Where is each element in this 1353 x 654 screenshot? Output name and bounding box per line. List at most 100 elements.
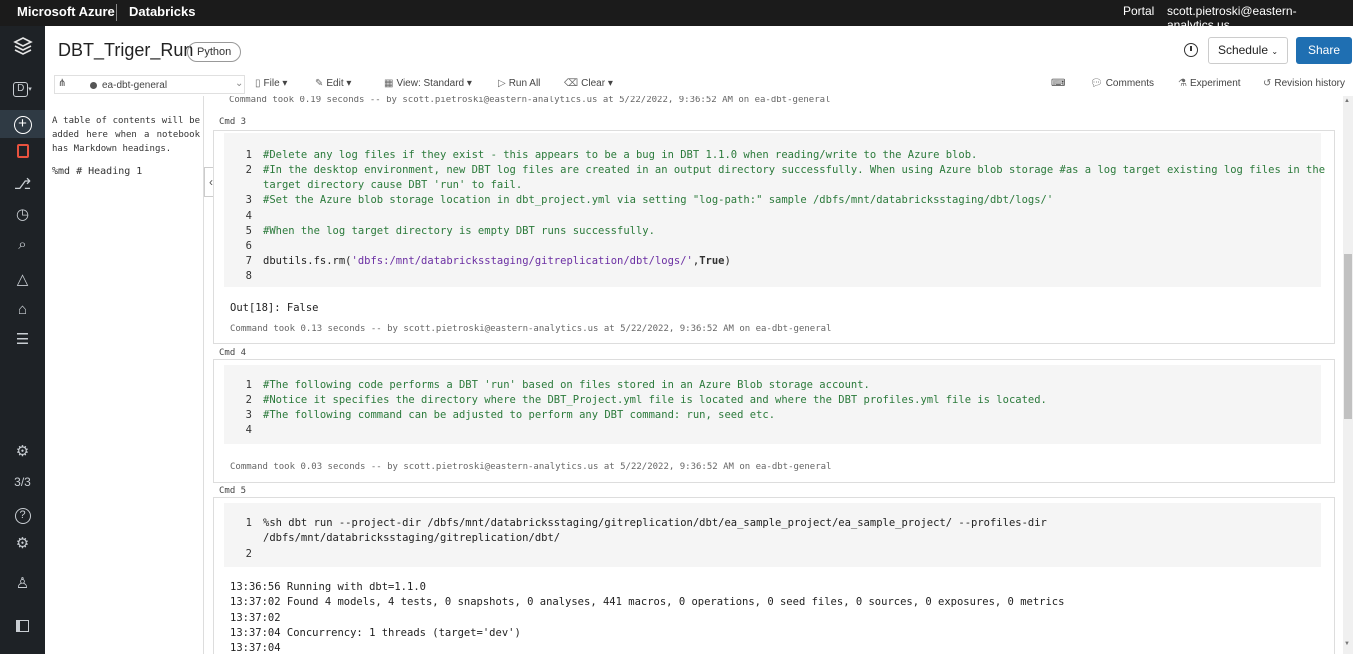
clock-icon[interactable]	[1184, 43, 1198, 57]
cmd3-code-editor[interactable]: 1 #Delete any log files if they exist - …	[224, 133, 1325, 287]
view-menu[interactable]: ▦ View: Standard ▾	[384, 78, 472, 89]
workspace-switcher[interactable]: D ▾	[0, 73, 45, 101]
line-number: 3	[245, 409, 252, 421]
line-number: 1	[245, 149, 252, 161]
code-line: #Delete any log files if they exist - th…	[263, 149, 978, 161]
cluster-selector[interactable]: ⋔ ea-dbt-general ⌄	[54, 75, 245, 94]
keyboard-shortcuts-icon[interactable]: ⌨	[1051, 78, 1065, 89]
code-line: dbutils.fs.rm('dbfs:/mnt/databricksstagi…	[263, 255, 731, 267]
prev-command-took: Command took 0.19 seconds -- by scott.pi…	[229, 96, 831, 105]
portal-link[interactable]: Portal	[1123, 4, 1154, 18]
code-line: /dbfs/mnt/databricksstaging/gitreplicati…	[263, 532, 561, 544]
create-icon[interactable]: +	[0, 110, 45, 138]
line-number: 4	[245, 210, 252, 222]
experiment-button[interactable]: ⚗ Experiment	[1178, 78, 1241, 89]
language-badge[interactable]: Python	[187, 42, 242, 62]
run-all-button[interactable]: ▷ Run All	[498, 78, 540, 89]
string-literal: 'dbfs:/mnt/databricksstaging/gitreplicat…	[351, 255, 693, 267]
run-all-label: Run All	[508, 78, 541, 89]
eraser-icon: ⌫	[564, 78, 579, 89]
cmd5-cell[interactable]: 1 %sh dbt run --project-dir /dbfs/mnt/da…	[213, 497, 1335, 654]
line-number: 6	[245, 240, 252, 252]
schedule-button[interactable]: Schedule ⌄	[1208, 37, 1288, 64]
line-number: 7	[245, 255, 252, 267]
code-paren: )	[724, 255, 731, 267]
chevron-down-icon: ⌄	[235, 78, 244, 89]
search-icon[interactable]: ⌕	[0, 231, 45, 259]
user-account[interactable]: scott.pietroski@eastern-analytics.us	[1167, 4, 1353, 32]
edit-menu[interactable]: ✎ Edit ▾	[315, 78, 351, 89]
comments-label: Comments	[1105, 78, 1155, 89]
brand-divider	[116, 4, 117, 21]
line-number: 1	[245, 517, 252, 529]
line-number: 8	[245, 270, 252, 282]
code-line: target directory cause DBT 'run' to fail…	[263, 179, 523, 191]
caret-down-icon: ▾	[28, 86, 32, 93]
repos-icon[interactable]: ⎇	[0, 171, 45, 199]
scroll-up-arrow-icon[interactable]: ▲	[1344, 98, 1350, 104]
scroll-down-arrow-icon[interactable]: ▼	[1344, 641, 1350, 647]
cmd3-took: Command took 0.13 seconds -- by scott.pi…	[230, 324, 832, 334]
toc-heading-item[interactable]: %md # Heading 1	[52, 166, 142, 177]
file-menu[interactable]: ▯ File ▾	[255, 78, 287, 89]
settings-gear-icon[interactable]: ⚙	[0, 530, 45, 558]
jobs-icon[interactable]: ☰	[0, 326, 45, 354]
revision-history-button[interactable]: ↺ Revision history	[1263, 78, 1345, 89]
cmd5-output-line: 13:37:02 Found 4 models, 4 tests, 0 snap…	[230, 596, 1065, 608]
cmd5-output-line: 13:37:04	[230, 642, 281, 654]
cmd4-label: Cmd 4	[219, 348, 247, 358]
code-line: %sh dbt run --project-dir /dbfs/mnt/data…	[263, 517, 1047, 529]
notebook-toolbar: ⋔ ea-dbt-general ⌄ ▯ File ▾ ✎ Edit ▾ ▦ View…	[45, 74, 1353, 96]
databricks-brand[interactable]: Databricks	[129, 4, 195, 19]
notebook-title[interactable]: DBT_Triger_Run	[58, 40, 193, 61]
notebook-scrollbar[interactable]: ▲ ▼	[1343, 96, 1353, 654]
play-icon: ▷	[498, 78, 506, 89]
cmd5-output-line: 13:37:02	[230, 612, 281, 624]
line-number: 3	[245, 194, 252, 206]
task-count[interactable]: 3/3	[0, 468, 45, 496]
experiment-label: Experiment	[1189, 78, 1241, 89]
line-number: 4	[245, 424, 252, 436]
layers-logo-icon[interactable]	[0, 36, 45, 66]
comment-icon: 💬︎	[1090, 78, 1103, 89]
scrollbar-thumb[interactable]	[1344, 254, 1352, 419]
compute-icon[interactable]: ⌂	[0, 296, 45, 324]
line-number: 2	[245, 394, 252, 406]
code-line: #The following command can be adjusted t…	[263, 409, 776, 421]
clear-menu[interactable]: ⌫ Clear ▾	[564, 78, 613, 89]
cmd5-output-line: 13:36:56 Running with dbt=1.1.0	[230, 581, 426, 593]
schedule-label: Schedule	[1217, 43, 1268, 57]
sidebar-toggle-icon[interactable]	[0, 614, 45, 642]
user-icon[interactable]: ♙	[0, 570, 45, 598]
data-icon[interactable]: △	[0, 266, 45, 294]
comments-button[interactable]: 💬︎ Comments	[1090, 78, 1154, 89]
partner-connect-icon[interactable]: ⚙	[0, 438, 45, 466]
code-line: #The following code performs a DBT 'run'…	[263, 379, 870, 391]
workspace-icon[interactable]	[0, 140, 45, 168]
view-menu-label: View: Standard	[396, 78, 465, 89]
line-number: 1	[245, 379, 252, 391]
table-of-contents: A table of contents will be added here w…	[45, 96, 204, 654]
share-button[interactable]: Share	[1296, 37, 1352, 64]
cluster-tree-icon: ⋔	[58, 78, 67, 89]
left-nav: D ▾ + ⎇ ◷ ⌕ △ ⌂ ☰ ⚙ 3/3 ? ⚙ ♙	[0, 26, 45, 654]
flask-icon: ⚗	[1178, 78, 1187, 89]
toc-hint: A table of contents will be added here w…	[52, 116, 200, 154]
file-menu-label: File	[263, 78, 280, 89]
help-icon[interactable]: ?	[0, 500, 45, 528]
cmd4-code-editor[interactable]: 1 #The following code performs a DBT 'ru…	[224, 365, 1321, 444]
cmd3-cell[interactable]: 1 #Delete any log files if they exist - …	[213, 130, 1335, 344]
fn-call: dbutils.fs.rm(	[263, 255, 352, 267]
clear-menu-label: Clear	[581, 78, 606, 89]
notebook-cells[interactable]: Command took 0.19 seconds -- by scott.pi…	[205, 96, 1343, 654]
cmd4-cell[interactable]: 1 #The following code performs a DBT 'ru…	[213, 359, 1335, 483]
cmd5-code-editor[interactable]: 1 %sh dbt run --project-dir /dbfs/mnt/da…	[224, 503, 1321, 567]
pencil-icon: ✎	[315, 78, 324, 89]
azure-brand[interactable]: Microsoft Azure	[17, 4, 115, 19]
workspace-letter-icon: D	[13, 82, 29, 97]
chevron-down-icon: ⌄	[1271, 47, 1279, 56]
cmd3-label: Cmd 3	[219, 117, 247, 127]
recents-clock-icon[interactable]: ◷	[0, 201, 45, 229]
view-icon: ▦	[384, 78, 394, 89]
cluster-status-dot	[90, 82, 97, 89]
